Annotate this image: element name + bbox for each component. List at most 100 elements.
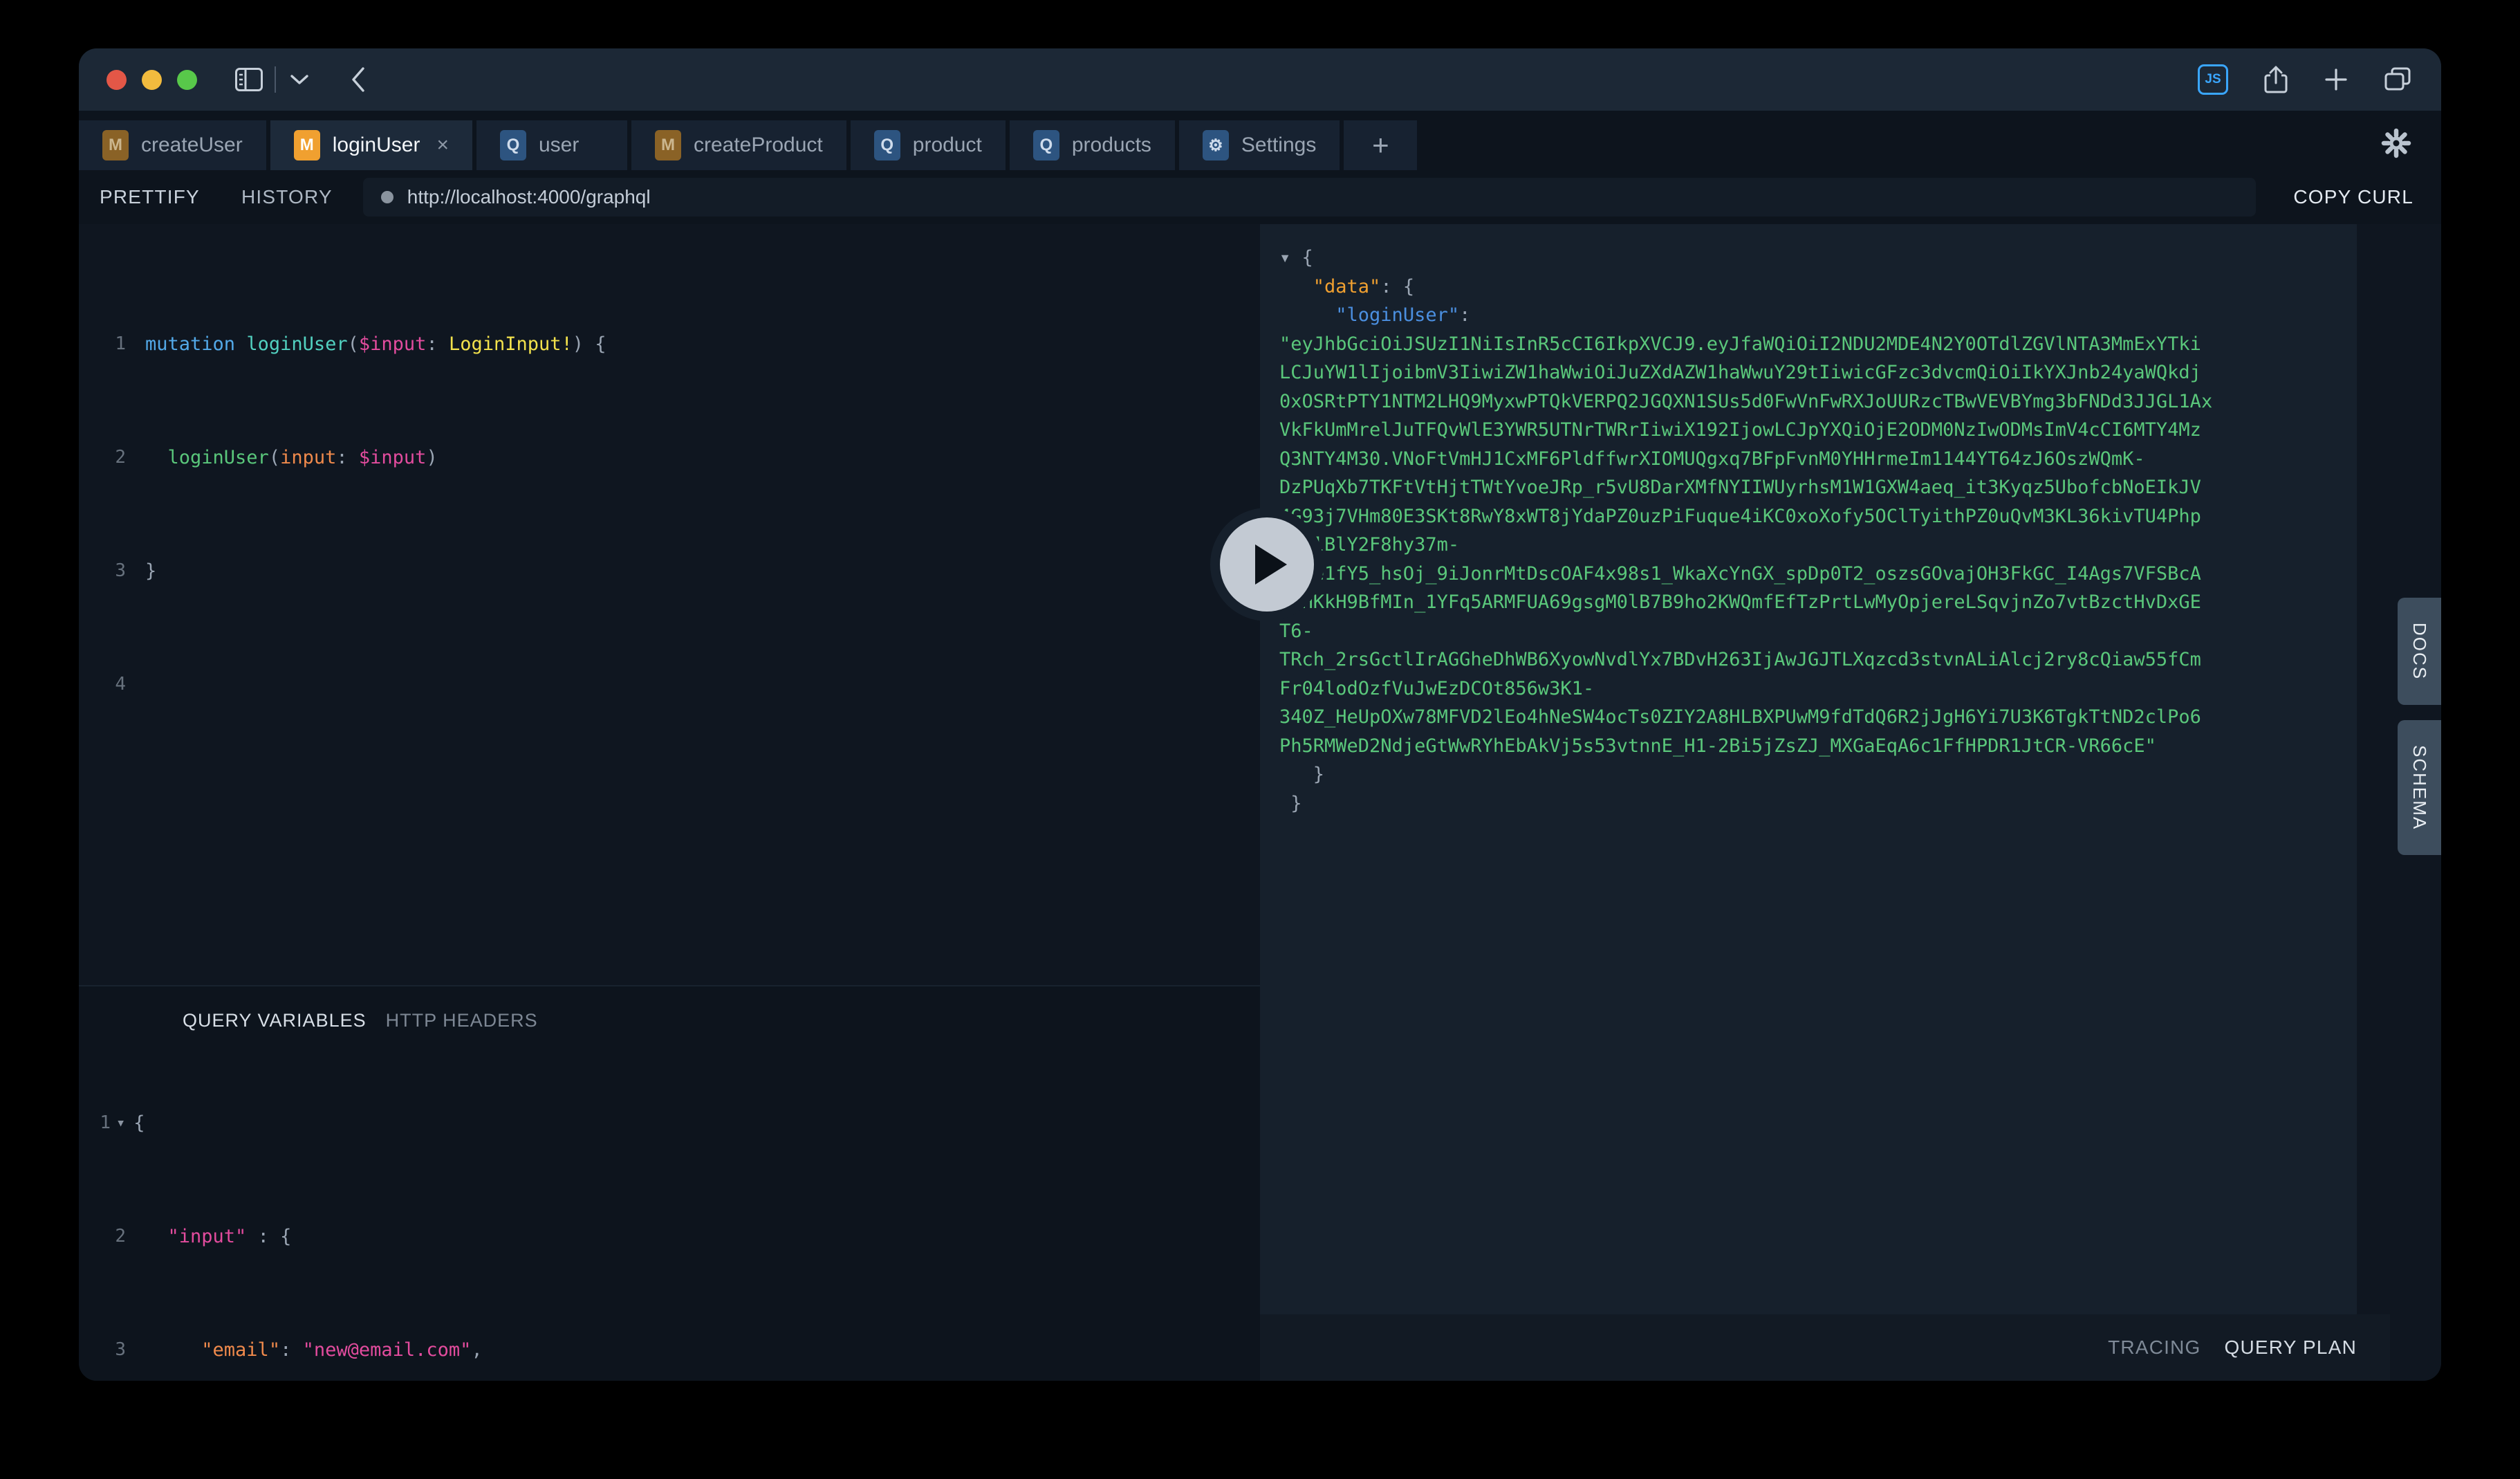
history-button[interactable]: HISTORY — [221, 170, 353, 224]
response-token-line-4: VkFkUmMrelJuTFQvWlE3YWR5UTNrTWRrIiwiX192… — [1279, 419, 2201, 441]
tab-createProduct[interactable]: M createProduct — [631, 120, 846, 170]
tab-loginUser[interactable]: M loginUser × — [270, 120, 472, 170]
playground-toolbar: PRETTIFY HISTORY http://localhost:4000/g… — [79, 170, 2441, 224]
add-tab-button[interactable]: + — [1344, 120, 1418, 170]
docs-tab[interactable]: DOCS — [2398, 598, 2441, 706]
variable-name: $input — [358, 447, 427, 468]
mutation-badge-icon: M — [654, 130, 681, 160]
side-panel-tabs: DOCS SCHEMA — [2398, 598, 2441, 856]
fold-arrow-icon[interactable]: ▾ — [116, 1109, 125, 1137]
tab-http-headers[interactable]: HTTP HEADERS — [386, 1010, 538, 1031]
back-chevron-icon[interactable] — [341, 62, 376, 97]
paren: ) — [426, 447, 438, 468]
paren: ) — [572, 333, 584, 355]
minimize-window-button[interactable] — [142, 69, 162, 90]
response-pane[interactable]: ▾ { "data": { "loginUser": "eyJhbGciOiJS… — [1260, 224, 2357, 1381]
response-token-line-13: Fr04lodOzfVuJwEzDCOt856w3K1- — [1279, 677, 1595, 699]
tab-products[interactable]: Q products — [1009, 120, 1175, 170]
new-tab-icon[interactable] — [2324, 67, 2348, 92]
variables-line-3-content: "email": "new@email.com", — [145, 1336, 483, 1364]
variables-line-2-content: "input" : { — [145, 1222, 292, 1251]
tab-label: user — [538, 134, 580, 156]
paren: ( — [268, 447, 281, 468]
execute-query-button[interactable] — [1220, 517, 1314, 612]
chrome-right-controls: JS — [2198, 48, 2411, 111]
browser-window: localhost JS — [79, 48, 2441, 1381]
punctuation: : { — [1380, 275, 1415, 297]
playground-body: PRETTIFY HISTORY http://localhost:4000/g… — [79, 170, 2441, 1381]
tab-label: createProduct — [693, 134, 823, 156]
tab-createUser[interactable]: M createUser — [79, 120, 266, 170]
argument-name: input — [280, 447, 337, 468]
json-value-email: "new@email.com" — [302, 1339, 472, 1361]
type-name: LoginInput! — [448, 333, 573, 355]
colon: : — [336, 447, 359, 468]
tab-user[interactable]: Q user — [476, 120, 627, 170]
tracing-button[interactable]: TRACING — [2108, 1336, 2201, 1359]
variables-line-3: 3 "email": "new@email.com", — [79, 1336, 1260, 1364]
response-open-brace: { — [1301, 247, 1313, 268]
tab-query-variables[interactable]: QUERY VARIABLES — [183, 1010, 367, 1031]
editor-panes: 1 mutation loginUser($input: LoginInput!… — [79, 224, 2441, 1381]
paren: ( — [347, 333, 359, 355]
tab-label: Settings — [1241, 134, 1317, 156]
close-tab-icon[interactable]: × — [436, 134, 449, 157]
query-editor-pane[interactable]: 1 mutation loginUser($input: LoginInput!… — [79, 224, 1260, 985]
chrome-left-controls — [233, 62, 376, 97]
schema-tab[interactable]: SCHEMA — [2398, 720, 2441, 856]
colon: : — [280, 1339, 303, 1361]
playground-tabstrip: M createUser M loginUser × Q user M crea… — [79, 111, 2441, 170]
variables-editor-content[interactable]: 1 ▾ { 2 "input" : { 3 "email": "new@emai… — [79, 1031, 1260, 1381]
query-line-1: 1 mutation loginUser($input: LoginInput!… — [79, 330, 1260, 358]
prettify-button[interactable]: PRETTIFY — [79, 170, 221, 224]
mutation-badge-icon: M — [293, 130, 320, 160]
endpoint-url-text: http://localhost:4000/graphql — [407, 186, 651, 208]
maximize-window-button[interactable] — [177, 69, 197, 90]
query-plan-button[interactable]: QUERY PLAN — [2225, 1336, 2357, 1359]
line-number: 2 — [115, 1226, 126, 1247]
query-badge-icon: Q — [1032, 130, 1059, 160]
response-token-line-1: "eyJhbGciOiJSUzI1NiIsInR5cCI6IkpXVCJ9.ey… — [1279, 333, 2201, 355]
line-number: 2 — [115, 447, 126, 468]
tab-product[interactable]: Q product — [850, 120, 1006, 170]
share-icon[interactable] — [2264, 66, 2288, 93]
gear-badge-icon: ⚙ — [1202, 130, 1229, 160]
comma: , — [471, 1339, 483, 1361]
punctuation: : — [1459, 304, 1471, 326]
play-icon — [1255, 544, 1287, 585]
tab-settings[interactable]: ⚙ Settings — [1178, 120, 1340, 170]
response-token-line-7: 4G93j7VHm80E3SKt8RwY8xWT8jYdaPZ0uzPiFuqu… — [1279, 505, 2201, 527]
mutation-badge-icon: M — [102, 130, 129, 160]
sidebar-icon[interactable] — [233, 64, 265, 95]
json-key-email: "email" — [201, 1339, 281, 1361]
fold-arrow-icon[interactable]: ▾ — [1279, 247, 1290, 268]
endpoint-input[interactable]: http://localhost:4000/graphql — [362, 178, 2257, 217]
query-editor-content[interactable]: 1 mutation loginUser($input: LoginInput!… — [79, 224, 1260, 784]
response-token-line-15: Ph5RMWeD2NdjeGtWwRYhEbAkVj5s53vtnnE_H1-2… — [1279, 735, 2156, 757]
line-number: 4 — [115, 674, 126, 695]
tab-overview-icon[interactable] — [2384, 67, 2411, 92]
response-token-line-12: TRch_2rsGctlIrAGGheDhWB6XyowNvdlYx7BDvH2… — [1279, 649, 2201, 670]
response-key-loginUser: "loginUser" — [1335, 304, 1460, 326]
close-window-button[interactable] — [106, 69, 127, 90]
response-token-line-11: T6- — [1279, 620, 1313, 642]
response-token-line-9: Inqe1fY5_hsOj_9iJonrMtDscOAF4x98s1_WkaXc… — [1279, 562, 2201, 585]
query-line-2: 2 loginUser(input: $input) — [79, 443, 1260, 472]
tab-label: createUser — [141, 134, 243, 156]
keyword-mutation: mutation — [145, 333, 236, 355]
response-footer: TRACING QUERY PLAN — [1260, 1314, 2390, 1381]
js-badge-icon[interactable]: JS — [2198, 64, 2228, 95]
response-token-line-6: DzPUqXb7TKFtVtHjtTWtYvoeJRp_r5vU8DarXMfN… — [1279, 477, 2201, 498]
query-badge-icon: Q — [499, 130, 526, 160]
response-token-line-2: LCJuYW1lIjoibmV3IiwiZW1haWwiOiJuZXdAZW1h… — [1279, 362, 2201, 383]
gear-icon[interactable] — [2379, 126, 2414, 160]
field-name: loginUser — [167, 447, 269, 468]
browser-chrome: localhost JS — [79, 48, 2441, 158]
query-line-3-content: } — [145, 560, 157, 582]
response-content: ▾ { "data": { "loginUser": "eyJhbGciOiJS… — [1260, 224, 2357, 818]
query-line-3: 3 } — [79, 557, 1260, 585]
operation-name: loginUser — [246, 333, 348, 355]
chevron-down-icon[interactable] — [286, 66, 313, 93]
copy-curl-button[interactable]: COPY CURL — [2266, 170, 2441, 224]
tab-label: loginUser — [332, 134, 420, 156]
